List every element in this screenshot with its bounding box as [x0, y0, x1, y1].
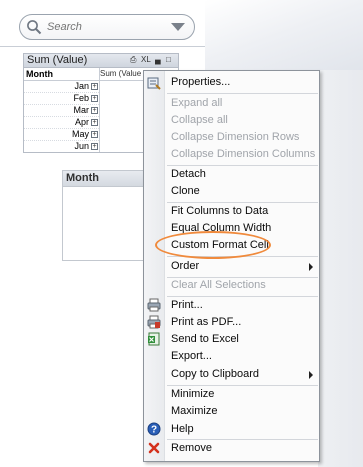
row-label: Jun [74, 141, 89, 151]
menu-item-collapse-all: Collapse all [165, 112, 319, 129]
menu-item-clear-all-selections: Clear All Selections [165, 277, 319, 294]
menu-item-help[interactable]: Help [165, 421, 319, 438]
menu-item-label: Clone [171, 185, 200, 197]
dimension-header[interactable]: Month [26, 68, 53, 80]
expand-icon[interactable]: + [91, 119, 98, 126]
menu-item-label: Send to Excel [171, 333, 239, 345]
context-menu: Properties... Expand all Collapse all Co… [143, 70, 320, 462]
menu-item-expand-all: Expand all [165, 95, 319, 112]
xl-icon[interactable]: XL [141, 55, 152, 65]
menu-item-send-to-excel[interactable]: Send to Excel [165, 331, 319, 348]
menu-item-detach[interactable]: Detach [165, 166, 319, 183]
expand-icon[interactable]: + [91, 131, 98, 138]
table-row[interactable]: Jan + [24, 81, 99, 93]
pivot-caption[interactable]: Sum (Value) ⎙ XL ▄ □ [24, 54, 178, 68]
menu-item-label: Fit Columns to Data [171, 205, 269, 217]
menu-item-label: Collapse Dimension Columns [171, 148, 316, 160]
table-row[interactable]: Mar + [24, 105, 99, 117]
menu-item-order[interactable]: Order [165, 258, 319, 275]
column-divider [99, 68, 100, 152]
excel-icon [148, 332, 160, 346]
listbox-title: Month [66, 172, 99, 184]
row-label: Mar [73, 105, 90, 115]
menu-item-label: Collapse Dimension Rows [171, 131, 300, 143]
menu-item-collapse-dimension-rows: Collapse Dimension Rows [165, 129, 319, 146]
toolbar-divider [0, 46, 205, 47]
menu-item-label: Collapse all [171, 114, 228, 126]
menu-item-label: Expand all [171, 97, 223, 109]
search-icon [27, 20, 42, 35]
menu-item-minimize[interactable]: Minimize [165, 386, 319, 403]
properties-icon [147, 77, 161, 90]
menu-item-copy-to-clipboard[interactable]: Copy to Clipboard [165, 366, 319, 383]
print-icon [147, 298, 161, 312]
menu-item-label: Print as PDF... [171, 316, 242, 328]
row-label: Apr [74, 117, 89, 127]
expand-icon[interactable]: + [91, 107, 98, 114]
table-row[interactable]: Apr + [24, 117, 99, 129]
table-row[interactable]: Jun + [24, 141, 99, 152]
help-icon: ? [147, 422, 161, 436]
search-box[interactable] [19, 14, 195, 40]
menu-item-label: Print... [171, 299, 203, 311]
sheet-background-gradient [205, 0, 363, 80]
menu-item-properties[interactable]: Properties... [165, 74, 319, 91]
svg-text:?: ? [151, 425, 157, 436]
expand-icon[interactable]: + [91, 143, 98, 150]
minimize-icon[interactable]: ▄ [155, 55, 164, 65]
menu-item-maximize[interactable]: Maximize [165, 403, 319, 420]
menu-item-label: Properties... [171, 76, 231, 88]
sheet-background-right [318, 70, 363, 467]
menu-icon-gutter [144, 71, 164, 461]
menu-item-clone[interactable]: Clone [165, 183, 319, 200]
menu-item-fit-columns-to-data[interactable]: Fit Columns to Data [165, 203, 319, 220]
menu-item-label: Detach [171, 168, 206, 180]
menu-separator [167, 93, 318, 94]
print-icon[interactable]: ⎙ [130, 55, 139, 65]
highlight-ring [155, 231, 271, 259]
table-row[interactable]: May + [24, 129, 99, 141]
menu-item-label: Clear All Selections [171, 279, 266, 291]
menu-item-label: Order [171, 260, 200, 272]
search-input[interactable] [47, 19, 167, 35]
print-pdf-icon [147, 315, 161, 329]
menu-item-label: Maximize [171, 405, 218, 417]
menu-item-label: Export... [171, 350, 212, 362]
menu-item-collapse-dimension-columns: Collapse Dimension Columns [165, 146, 319, 163]
menu-item-remove[interactable]: Remove [165, 440, 319, 457]
row-label: Feb [73, 93, 89, 103]
menu-item-label: Minimize [171, 388, 215, 400]
table-row[interactable]: Feb + [24, 93, 99, 105]
menu-item-export[interactable]: Export... [165, 348, 319, 365]
menu-item-print-as-pdf[interactable]: Print as PDF... [165, 314, 319, 331]
chevron-right-icon [309, 263, 313, 271]
menu-item-label: Remove [171, 442, 212, 454]
row-label: May [71, 129, 89, 139]
menu-item-label: Copy to Clipboard [171, 368, 260, 380]
expand-icon[interactable]: + [91, 95, 98, 102]
maximize-icon[interactable]: □ [166, 55, 175, 65]
row-label: Jan [74, 81, 89, 91]
expand-icon[interactable]: + [91, 83, 98, 90]
pivot-title: Sum (Value) [27, 54, 88, 66]
chevron-right-icon [309, 371, 313, 379]
chevron-down-icon[interactable] [171, 23, 185, 31]
menu-item-label: Help [171, 423, 194, 435]
remove-icon [148, 442, 160, 454]
menu-item-print[interactable]: Print... [165, 297, 319, 314]
